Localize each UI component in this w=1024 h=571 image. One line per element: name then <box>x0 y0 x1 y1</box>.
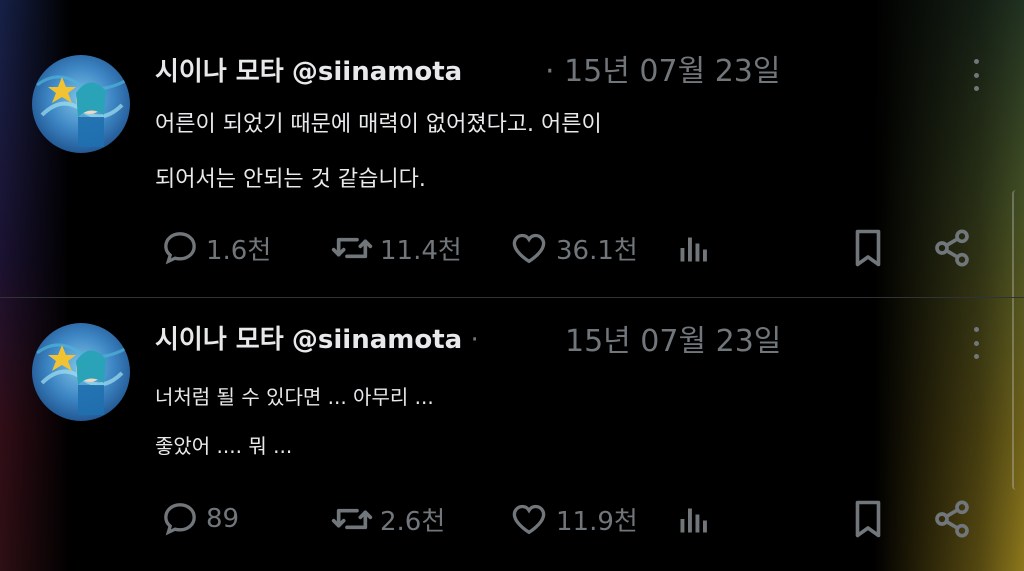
bookmark-button[interactable] <box>850 497 886 541</box>
repost-count: 11.4천 <box>380 235 462 266</box>
bookmark-icon <box>855 500 881 538</box>
avatar[interactable] <box>32 323 130 421</box>
share-icon <box>935 500 969 538</box>
post[interactable]: 시이나 모타 @siinamota · 15년 07월 23일 어른이 되었기 … <box>0 0 1024 298</box>
like-button[interactable]: 36.1천 <box>508 226 638 270</box>
date-text: 15년 07월 23일 <box>564 54 781 89</box>
repost-icon <box>331 508 373 530</box>
comment-icon <box>164 232 196 265</box>
timeline: 시이나 모타 @siinamota · 15년 07월 23일 어른이 되었기 … <box>0 0 1024 571</box>
views-button[interactable] <box>676 226 712 270</box>
like-count: 36.1천 <box>556 235 638 266</box>
avatar[interactable] <box>32 55 130 153</box>
share-button[interactable] <box>932 226 972 270</box>
reply-button[interactable]: 1.6천 <box>160 226 271 270</box>
user-handle[interactable]: @siinamota <box>292 325 462 355</box>
post-header: 시이나 모타 @siinamota · <box>155 323 479 357</box>
action-bar: 89 2.6천 11.9천 <box>0 497 1024 541</box>
views-icon <box>680 508 707 533</box>
heart-icon <box>512 233 546 264</box>
views-button[interactable] <box>676 497 712 541</box>
post-header: 시이나 모타 @siinamota <box>155 55 462 89</box>
bookmark-button[interactable] <box>850 226 886 270</box>
comment-icon <box>164 503 196 536</box>
views-icon <box>680 237 707 262</box>
reply-button[interactable]: 89 <box>160 497 239 541</box>
post-text-line: 좋았어 .... 뭐 ... <box>155 434 293 458</box>
action-bar: 1.6천 11.4천 36.1천 <box>0 226 1024 270</box>
date-separator: · <box>470 325 479 355</box>
repost-button[interactable]: 11.4천 <box>330 226 462 270</box>
display-name[interactable]: 시이나 모타 <box>155 57 284 87</box>
post-text-line: 어른이 되었기 때문에 매력이 없어졌다고. 어른이 <box>155 112 602 137</box>
more-icon[interactable] <box>970 59 982 91</box>
reply-count: 1.6천 <box>206 235 272 266</box>
reply-count: 89 <box>206 504 240 534</box>
post-date[interactable]: · 15년 07월 23일 <box>545 55 781 89</box>
more-icon[interactable] <box>970 327 982 359</box>
heart-icon <box>512 504 546 535</box>
post[interactable]: 시이나 모타 @siinamota · 15년 07월 23일 너처럼 될 수 … <box>0 299 1024 571</box>
share-button[interactable] <box>932 497 972 541</box>
post-text-line: 너처럼 될 수 있다면 ... 아무리 ... <box>155 385 434 409</box>
display-name[interactable]: 시이나 모타 <box>155 325 284 355</box>
repost-count: 2.6천 <box>380 506 446 537</box>
post-date[interactable]: 15년 07월 23일 <box>565 325 781 359</box>
post-divider <box>0 297 1024 298</box>
like-button[interactable]: 11.9천 <box>508 497 638 541</box>
like-count: 11.9천 <box>556 506 638 537</box>
user-handle[interactable]: @siinamota <box>292 57 462 87</box>
repost-button[interactable]: 2.6천 <box>330 497 445 541</box>
bookmark-icon <box>855 229 881 267</box>
repost-icon <box>331 237 373 259</box>
post-text-line: 되어서는 안되는 것 같습니다. <box>155 167 426 192</box>
share-icon <box>935 229 969 267</box>
date-separator: · <box>545 54 555 89</box>
